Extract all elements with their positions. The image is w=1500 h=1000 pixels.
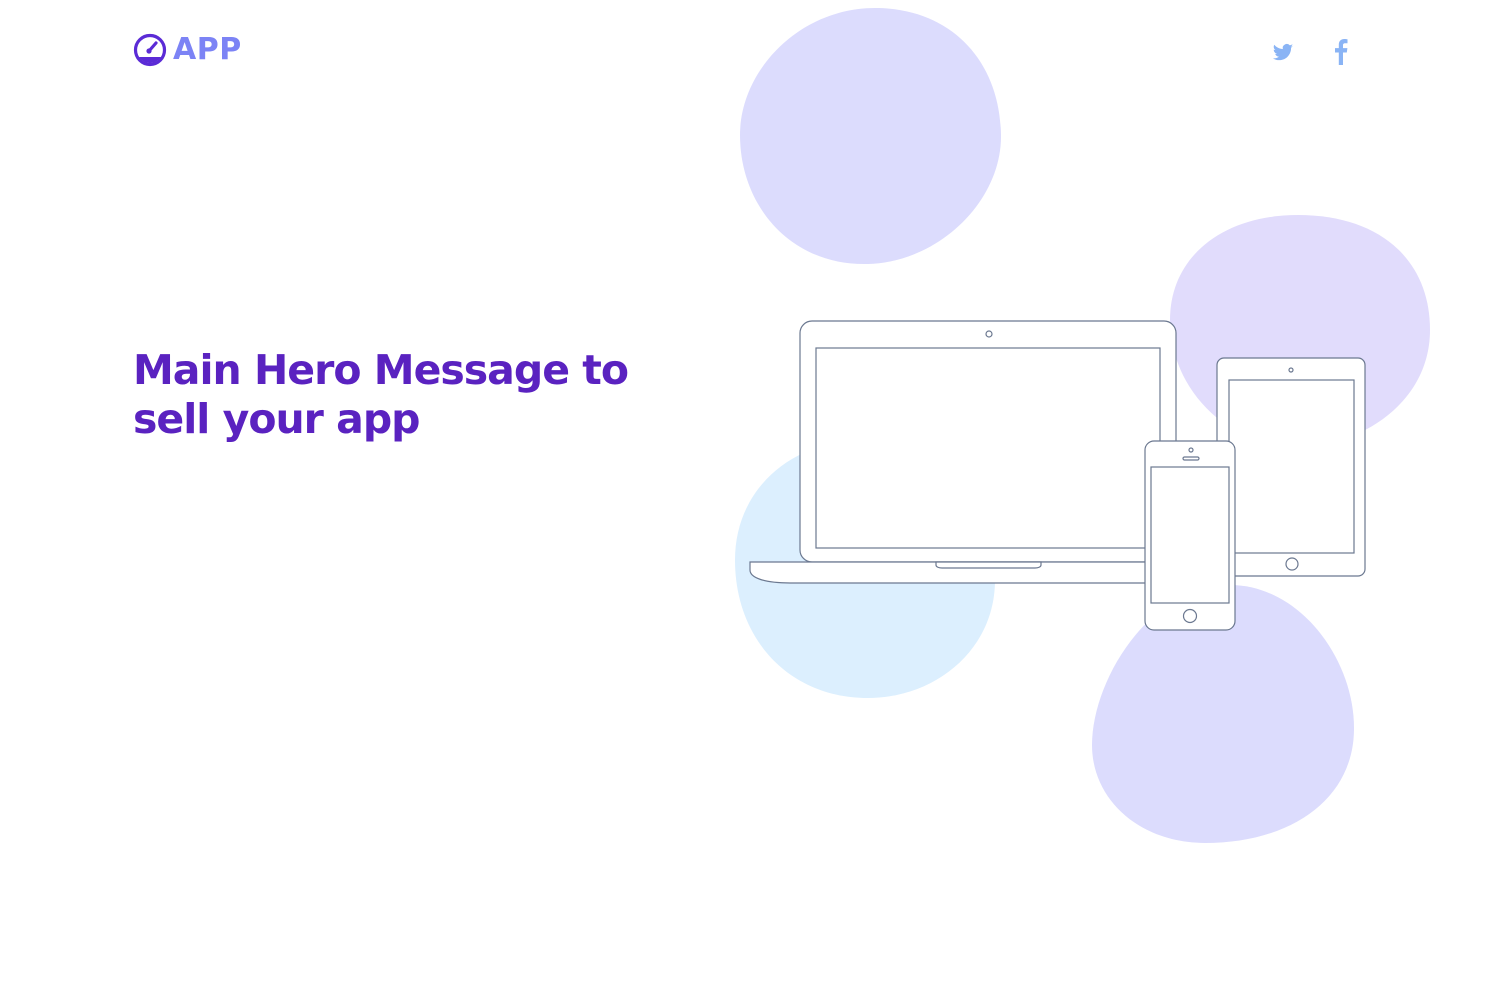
logo-text: APP <box>173 32 242 67</box>
devices-illustration <box>735 8 1430 843</box>
facebook-icon <box>1330 36 1352 66</box>
social-links <box>1272 36 1352 66</box>
app-logo[interactable]: APP <box>133 33 242 67</box>
phone <box>1144 440 1236 631</box>
twitter-icon <box>1272 36 1294 66</box>
twitter-link[interactable] <box>1272 36 1294 66</box>
hero-title: Main Hero Message to sell your app <box>133 346 629 443</box>
blob-bottom <box>1092 585 1355 843</box>
laptop <box>749 320 1229 584</box>
hero-section: Main Hero Message to sell your app <box>133 346 653 444</box>
speedometer-icon <box>133 33 167 67</box>
facebook-link[interactable] <box>1330 36 1352 66</box>
blob-top <box>740 8 1002 265</box>
landing-page: APP Main Hero Message to sell your app <box>0 0 1500 1000</box>
blob-right <box>1170 215 1430 448</box>
blob-left <box>735 439 995 698</box>
tablet <box>1216 357 1366 577</box>
